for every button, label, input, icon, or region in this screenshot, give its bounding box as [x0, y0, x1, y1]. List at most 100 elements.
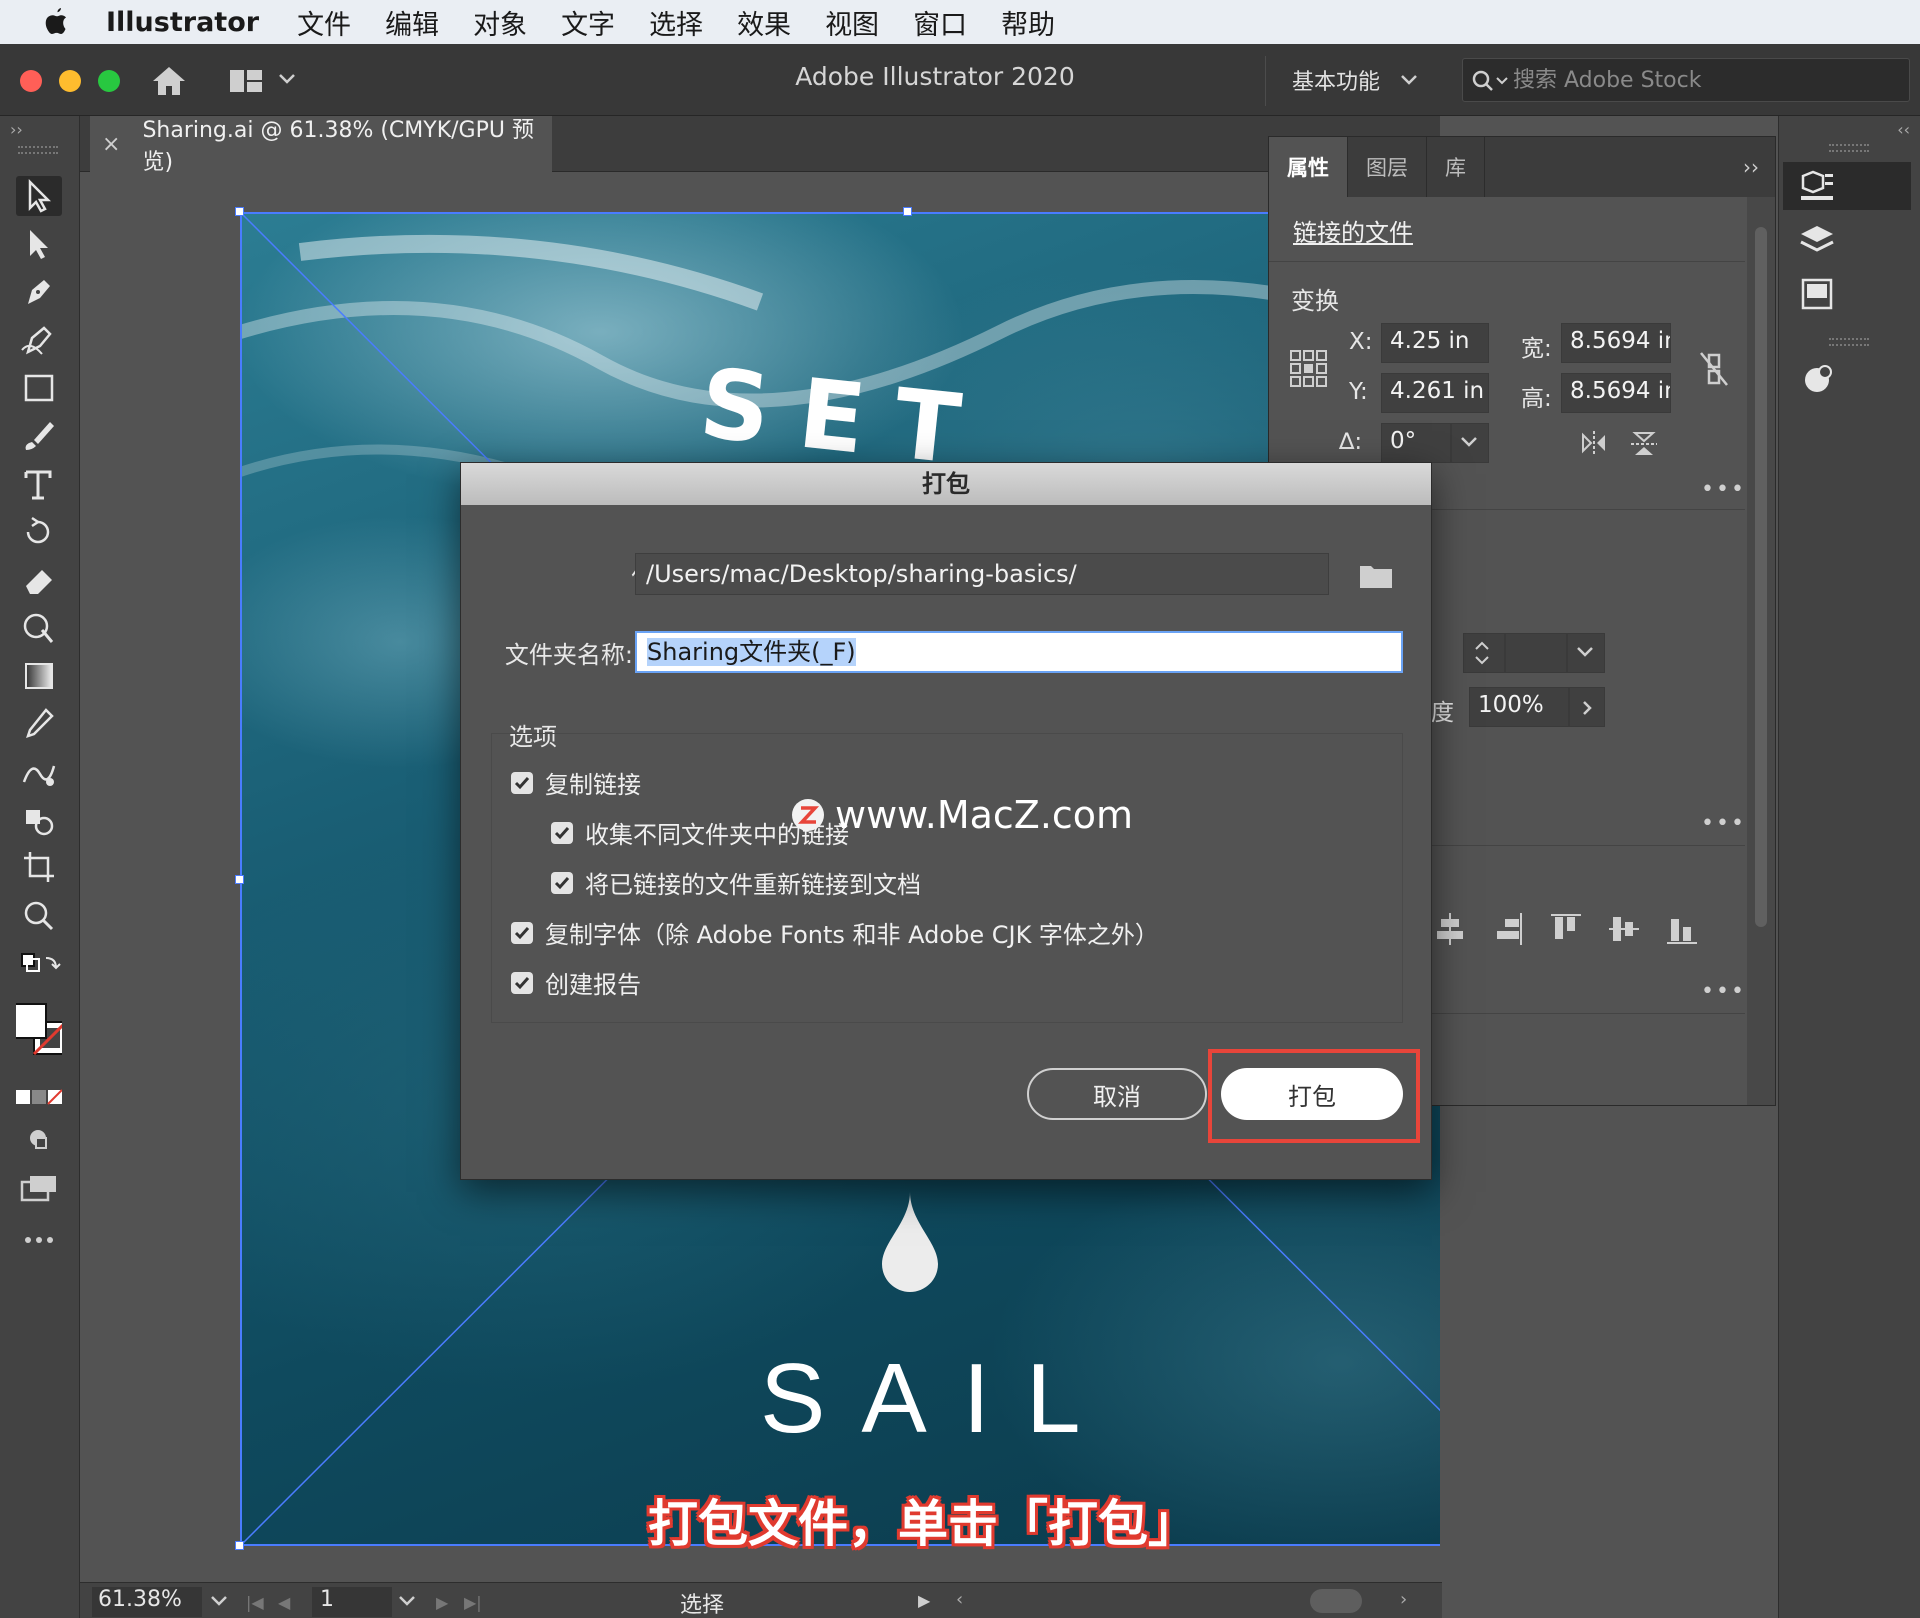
- dock-layers-button[interactable]: [1783, 216, 1911, 264]
- align-right-icon[interactable]: [1491, 911, 1525, 947]
- apple-icon[interactable]: [42, 6, 70, 38]
- panel-grip[interactable]: [1829, 338, 1869, 346]
- flip-horizontal-icon[interactable]: [1579, 429, 1609, 457]
- chevron-down-icon[interactable]: [398, 1595, 416, 1607]
- angle-dropdown[interactable]: [1451, 423, 1489, 463]
- resize-handle[interactable]: [235, 875, 244, 884]
- angle-field[interactable]: 0°: [1381, 423, 1451, 463]
- menu-effect[interactable]: 效果: [737, 3, 791, 42]
- collect-links-checkbox[interactable]: 收集不同文件夹中的链接: [551, 815, 849, 850]
- linked-file-link[interactable]: 链接的文件: [1293, 213, 1413, 248]
- copy-fonts-checkbox[interactable]: 复制字体（除 Adobe Fonts 和非 Adobe CJK 字体之外）: [511, 915, 1159, 950]
- more-options-icon[interactable]: •••: [1701, 979, 1746, 1004]
- create-report-checkbox[interactable]: 创建报告: [511, 965, 641, 1000]
- location-field[interactable]: /Users/mac/Desktop/sharing-basics/: [635, 553, 1329, 595]
- resize-handle[interactable]: [235, 207, 244, 216]
- cancel-button[interactable]: 取消: [1027, 1068, 1207, 1120]
- x-field[interactable]: 4.25 in: [1381, 323, 1489, 363]
- checkbox[interactable]: [551, 871, 573, 894]
- menu-select[interactable]: 选择: [649, 3, 703, 42]
- artboard-number-field[interactable]: 1: [312, 1587, 392, 1617]
- checkbox[interactable]: [551, 821, 573, 844]
- arrange-documents-icon[interactable]: [228, 66, 264, 96]
- paintbrush-tool[interactable]: [16, 416, 62, 456]
- panel-scrollbar[interactable]: [1747, 197, 1775, 1105]
- blend-tool[interactable]: [16, 752, 62, 792]
- align-horizontal-center-icon[interactable]: [1433, 911, 1467, 947]
- eraser-tool[interactable]: [16, 560, 62, 600]
- status-mode[interactable]: 选择: [680, 1587, 724, 1618]
- chevron-down-icon[interactable]: [210, 1595, 228, 1607]
- rectangle-tool[interactable]: [16, 368, 62, 408]
- stepper[interactable]: [1463, 633, 1505, 673]
- stock-search-box[interactable]: [1462, 58, 1910, 102]
- tab-layers[interactable]: 图层: [1348, 137, 1427, 197]
- menu-edit[interactable]: 编辑: [385, 3, 439, 42]
- reference-point-icon[interactable]: [1289, 349, 1329, 389]
- tab-libraries[interactable]: 库: [1427, 137, 1485, 197]
- curvature-tool[interactable]: [16, 320, 62, 360]
- menu-file[interactable]: 文件: [297, 3, 351, 42]
- swap-fill-stroke[interactable]: [16, 946, 62, 986]
- home-icon[interactable]: [150, 64, 188, 98]
- eyedropper-tool[interactable]: [16, 704, 62, 744]
- chevron-down-icon[interactable]: [1400, 74, 1418, 86]
- previous-artboard-icon[interactable]: ◀: [278, 1593, 290, 1612]
- relink-files-checkbox[interactable]: 将已链接的文件重新链接到文档: [551, 865, 921, 900]
- draw-mode-button[interactable]: [16, 1120, 62, 1160]
- edit-toolbar-button[interactable]: [16, 1220, 62, 1260]
- dock-properties-button[interactable]: [1783, 162, 1911, 210]
- constrain-proportions-icon[interactable]: [1697, 349, 1731, 389]
- align-bottom-icon[interactable]: [1665, 911, 1699, 947]
- align-top-icon[interactable]: [1549, 911, 1583, 947]
- zoom-tool[interactable]: [16, 896, 62, 936]
- copy-links-checkbox[interactable]: 复制链接: [511, 765, 641, 800]
- puppet-warp-tool[interactable]: [16, 608, 62, 648]
- dock-libraries-button[interactable]: [1783, 270, 1911, 318]
- workspace-switcher[interactable]: 基本功能: [1292, 64, 1380, 96]
- horizontal-scrollbar-thumb[interactable]: [1310, 1589, 1362, 1613]
- first-artboard-icon[interactable]: |◀: [246, 1593, 264, 1612]
- flip-vertical-icon[interactable]: [1629, 429, 1659, 457]
- menu-object[interactable]: 对象: [473, 3, 527, 42]
- collapse-panel-icon[interactable]: ››: [10, 120, 23, 139]
- window-minimize-button[interactable]: [59, 70, 81, 92]
- menu-view[interactable]: 视图: [825, 3, 879, 42]
- play-icon[interactable]: ▶: [918, 1591, 930, 1610]
- artboard-tool[interactable]: [16, 848, 62, 888]
- zoom-level-field[interactable]: 61.38%: [92, 1587, 202, 1617]
- stock-search-input[interactable]: [1513, 63, 1893, 97]
- selection-tool[interactable]: [16, 176, 62, 216]
- resize-handle[interactable]: [903, 207, 912, 216]
- more-options-icon[interactable]: •••: [1701, 811, 1746, 836]
- checkbox[interactable]: [511, 771, 533, 794]
- collapse-dock-icon[interactable]: ‹‹: [1897, 120, 1910, 139]
- window-zoom-button[interactable]: [98, 70, 120, 92]
- resize-handle[interactable]: [235, 1541, 244, 1550]
- document-tab[interactable]: × Sharing.ai @ 61.38% (CMYK/GPU 预览): [90, 116, 552, 175]
- color-mode-buttons[interactable]: [16, 1078, 63, 1118]
- y-field[interactable]: 4.261 in: [1381, 373, 1489, 413]
- next-artboard-icon[interactable]: ▶: [436, 1593, 448, 1612]
- rotate-tool[interactable]: [16, 512, 62, 552]
- scrollbar-thumb[interactable]: [1755, 227, 1767, 927]
- last-artboard-icon[interactable]: ▶|: [464, 1593, 482, 1612]
- gradient-tool[interactable]: [16, 656, 62, 696]
- width-field[interactable]: 8.5694 in: [1561, 323, 1671, 363]
- fill-stroke-swatches[interactable]: [11, 992, 68, 1068]
- package-button[interactable]: 打包: [1221, 1068, 1403, 1120]
- folder-name-input[interactable]: Sharing文件夹(_F): [635, 631, 1403, 673]
- scroll-right-icon[interactable]: ›: [1400, 1589, 1407, 1610]
- align-vertical-center-icon[interactable]: [1607, 911, 1641, 947]
- direct-selection-tool[interactable]: [16, 224, 62, 264]
- opacity-field[interactable]: 100%: [1469, 687, 1569, 727]
- opacity-expand-button[interactable]: [1569, 687, 1605, 727]
- chevron-down-icon[interactable]: [278, 72, 296, 86]
- menu-window[interactable]: 窗口: [913, 3, 967, 42]
- stroke-weight-dropdown[interactable]: [1567, 633, 1605, 673]
- pen-tool[interactable]: [16, 272, 62, 312]
- panel-menu-icon[interactable]: ››: [1743, 137, 1775, 197]
- tab-properties[interactable]: 属性: [1269, 137, 1348, 197]
- panel-grip[interactable]: [18, 146, 58, 154]
- menu-type[interactable]: 文字: [561, 3, 615, 42]
